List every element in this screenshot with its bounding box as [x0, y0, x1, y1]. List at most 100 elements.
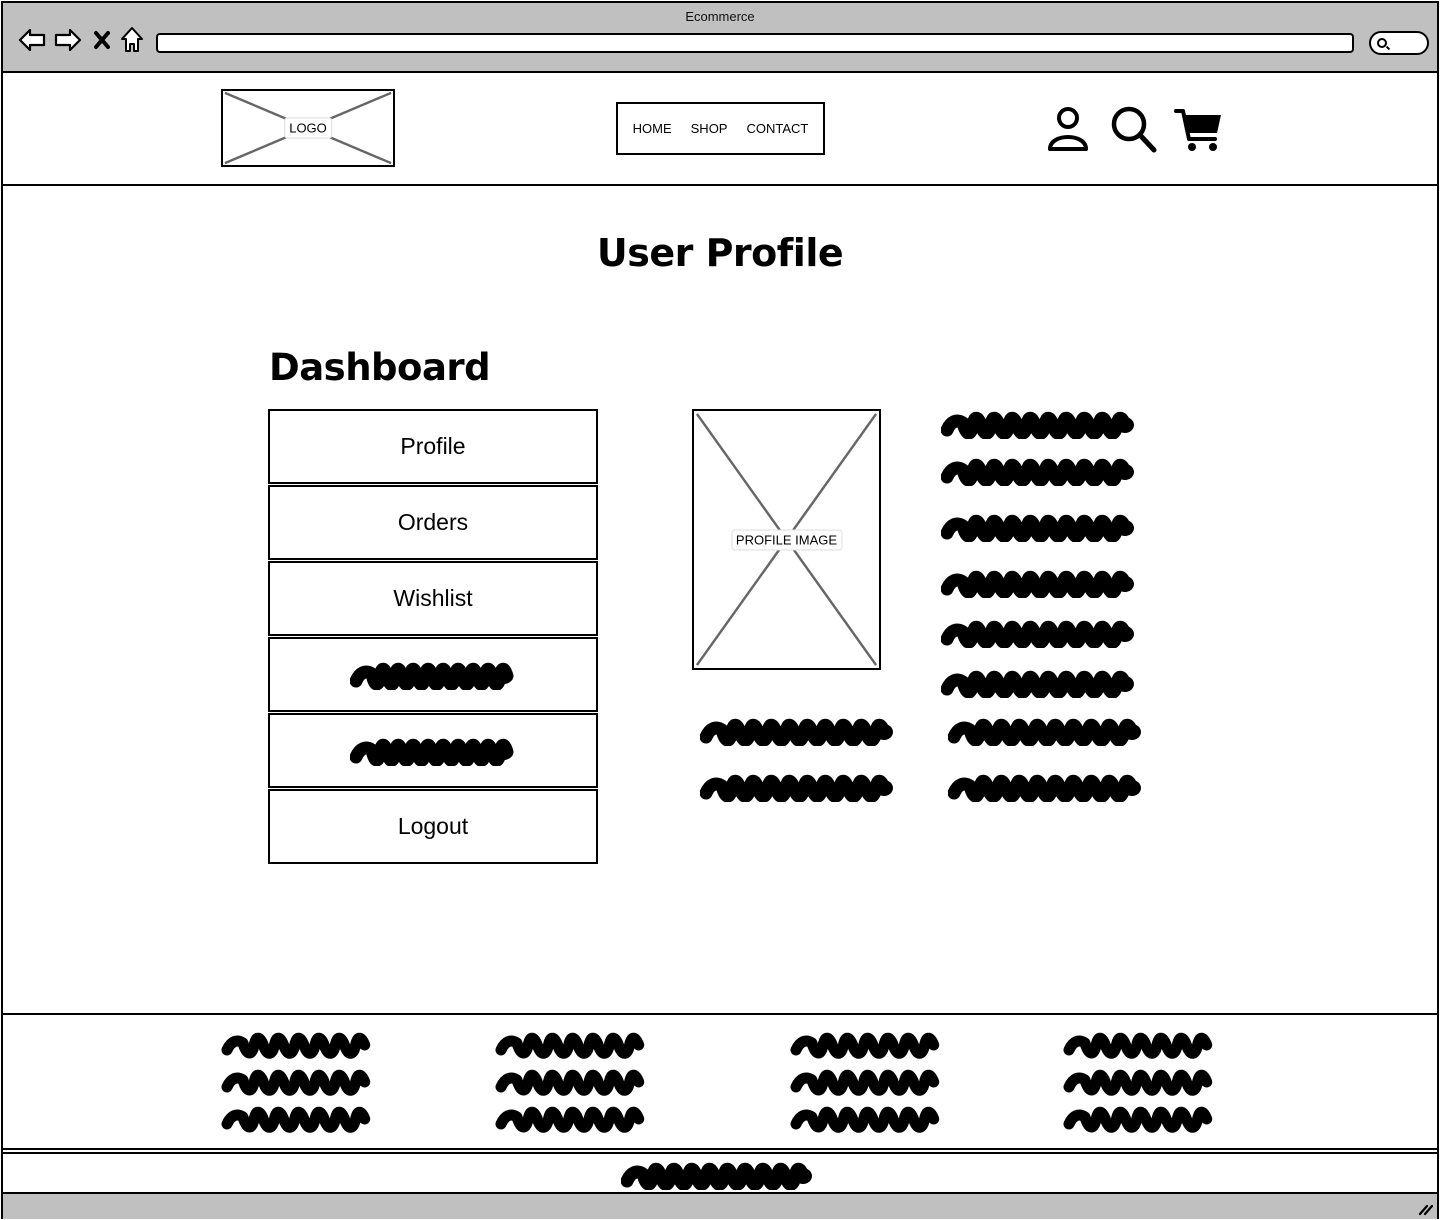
scribble-end	[1116, 676, 1134, 692]
scribble-stroke	[495, 1106, 645, 1133]
scribble-stroke	[221, 1069, 371, 1096]
site-header: LOGO HOME SHOP CONTACT	[3, 73, 1437, 186]
arrow-right-icon	[54, 28, 82, 52]
main-nav: HOME SHOP CONTACT	[616, 102, 825, 155]
scribble-stroke	[1063, 1069, 1213, 1096]
scribble-svg	[700, 774, 893, 802]
scribble-stroke	[350, 662, 514, 690]
text-placeholder-scribble	[941, 618, 1137, 648]
menu-item-wishlist[interactable]: Wishlist	[268, 561, 598, 636]
browser-window: Ecommerce LOGO HOME SHOP CONTACT User Pr…	[1, 1, 1439, 1219]
scribble-svg	[221, 1106, 371, 1133]
footer-link-placeholder[interactable]	[1063, 1029, 1221, 1059]
footer-link-placeholder[interactable]	[221, 1066, 379, 1096]
search-icon	[1111, 106, 1157, 153]
scribble-svg	[621, 1162, 812, 1190]
forward-button[interactable]	[53, 25, 83, 55]
text-placeholder-scribble	[941, 668, 1137, 698]
address-bar[interactable]	[156, 33, 1354, 53]
scribble-svg	[941, 458, 1134, 486]
scribble-svg	[700, 718, 893, 746]
footer-link-placeholder[interactable]	[221, 1103, 379, 1133]
scribble-end	[1116, 417, 1134, 433]
footer-link-placeholder[interactable]	[495, 1103, 653, 1133]
scribble-end	[495, 743, 513, 760]
menu-item-logout[interactable]: Logout	[268, 789, 598, 864]
logo-placeholder[interactable]: LOGO	[221, 89, 395, 167]
scribble-svg	[790, 1032, 940, 1059]
scribble-stroke	[700, 718, 891, 746]
scribble-svg	[1063, 1069, 1213, 1096]
scribble-svg	[941, 411, 1134, 439]
window-title: Ecommerce	[685, 9, 755, 24]
footer-link-placeholder[interactable]	[790, 1029, 948, 1059]
text-placeholder-scribble	[941, 568, 1137, 598]
scribble-end	[794, 1168, 812, 1184]
scribble-stroke	[790, 1069, 940, 1096]
scribble-stroke	[221, 1106, 371, 1133]
profile-info-line	[941, 568, 1137, 598]
menu-item-orders[interactable]: Orders	[268, 485, 598, 560]
back-button[interactable]	[17, 25, 47, 55]
scribble-end	[1116, 576, 1134, 592]
scribble-svg	[948, 718, 1141, 746]
footer-link-placeholder[interactable]	[790, 1066, 948, 1096]
profile-image-placeholder[interactable]: PROFILE IMAGE	[692, 409, 881, 670]
menu-item-label: Profile	[400, 433, 466, 459]
footer-link-placeholder[interactable]	[495, 1029, 653, 1059]
footer-link-placeholder[interactable]	[1063, 1103, 1221, 1133]
profile-info-line	[941, 618, 1137, 648]
scribble-svg	[941, 570, 1134, 598]
scribble-end	[1116, 520, 1134, 536]
site-footer	[3, 1013, 1437, 1150]
browser-chrome: Ecommerce	[3, 3, 1437, 73]
profile-detail-line	[700, 772, 896, 802]
scribble-stroke	[941, 570, 1132, 598]
dashboard-title: Dashboard	[269, 346, 491, 389]
scribble-svg	[790, 1106, 940, 1133]
profile-info-line	[941, 409, 1137, 439]
text-placeholder-scribble	[621, 1160, 815, 1190]
cart-button[interactable]	[1173, 103, 1223, 155]
nav-shop[interactable]: SHOP	[691, 121, 728, 136]
scribble-stroke	[621, 1162, 810, 1190]
scribble-svg	[790, 1069, 940, 1096]
scribble-end	[875, 780, 893, 796]
menu-item-placeholder[interactable]	[268, 713, 598, 788]
profile-detail-line	[700, 716, 896, 746]
nav-contact[interactable]: CONTACT	[746, 121, 808, 136]
stop-button[interactable]	[91, 25, 113, 55]
profile-detail-line	[948, 772, 1144, 802]
profile-info-line	[941, 512, 1137, 542]
text-placeholder-scribble	[941, 456, 1137, 486]
page-title: User Profile	[596, 231, 844, 275]
scribble-end	[875, 724, 893, 740]
scribble-svg	[1063, 1032, 1213, 1059]
cart-icon	[1174, 109, 1221, 151]
home-icon	[121, 27, 143, 52]
menu-item-label: Logout	[397, 813, 469, 839]
home-button[interactable]	[119, 25, 145, 55]
menu-item-profile[interactable]: Profile	[268, 409, 598, 484]
profile-image-label: PROFILE IMAGE	[730, 529, 843, 550]
scribble-svg	[1063, 1106, 1213, 1133]
footer-link-placeholder[interactable]	[221, 1029, 379, 1059]
nav-home[interactable]: HOME	[633, 121, 672, 136]
footer-link-placeholder[interactable]	[790, 1103, 948, 1133]
scribble-stroke	[790, 1032, 940, 1059]
scribble-svg	[495, 1106, 645, 1133]
close-icon	[94, 31, 110, 49]
resize-grip-icon[interactable]	[1417, 1200, 1433, 1216]
footer-link-placeholder[interactable]	[1063, 1066, 1221, 1096]
footer-link-placeholder[interactable]	[495, 1066, 653, 1096]
scribble-end	[1123, 780, 1141, 796]
browser-search-field[interactable]	[1369, 31, 1429, 55]
text-placeholder-scribble	[948, 772, 1144, 802]
arrow-left-icon	[18, 28, 46, 52]
text-placeholder-scribble	[941, 512, 1137, 542]
menu-item-placeholder[interactable]	[268, 637, 598, 712]
scribble-stroke	[941, 670, 1132, 698]
scribble-stroke	[941, 620, 1132, 648]
account-button[interactable]	[1043, 103, 1093, 155]
search-button[interactable]	[1108, 103, 1158, 155]
